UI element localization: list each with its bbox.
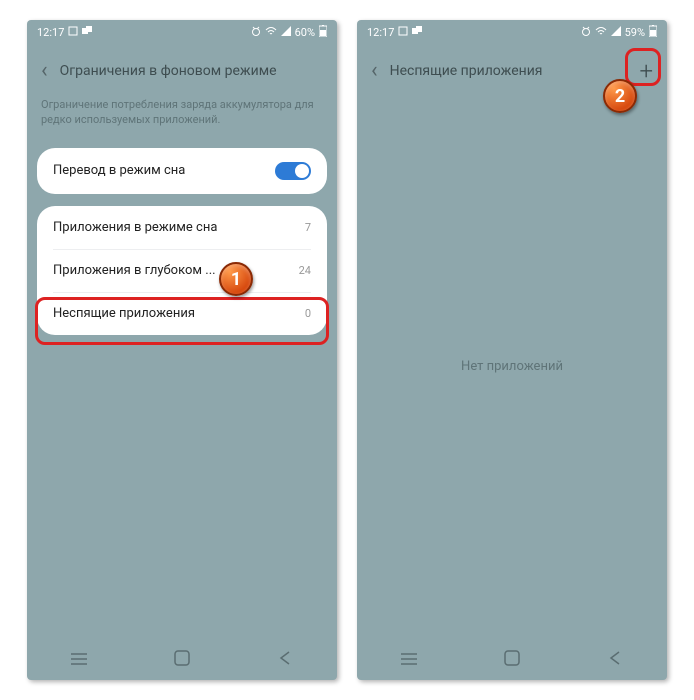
list-item-sleep-apps[interactable]: Приложения в режиме сна 7 xyxy=(37,206,327,249)
battery-text: 60% xyxy=(295,26,315,39)
list-item-count: 7 xyxy=(305,221,311,234)
back-button[interactable] xyxy=(590,650,640,670)
notification-icon xyxy=(68,26,78,39)
alarm-icon xyxy=(581,26,591,39)
annotation-badge-1: 1 xyxy=(219,262,253,296)
wifi-icon xyxy=(265,26,277,39)
list-item-deep-sleep-apps[interactable]: Приложения в глубоком ... 24 xyxy=(37,249,327,292)
signal-icon xyxy=(281,26,291,39)
apps-list-card: Приложения в режиме сна 7 Приложения в г… xyxy=(37,206,327,335)
back-icon[interactable]: ‹ xyxy=(371,58,378,83)
battery-icon xyxy=(319,25,327,40)
page-subtitle: Ограничение потребления заряда аккумулят… xyxy=(27,93,337,142)
navigation-bar xyxy=(27,640,337,680)
alarm-icon xyxy=(251,26,261,39)
status-time: 12:17 xyxy=(367,26,394,39)
add-button[interactable]: + xyxy=(639,59,653,83)
header: ‹ Ограничения в фоновом режиме xyxy=(27,44,337,93)
sleep-mode-toggle-row[interactable]: Перевод в режим сна xyxy=(37,148,327,194)
notification-icon xyxy=(398,26,408,39)
recents-button[interactable] xyxy=(54,651,104,670)
list-item-label: Неспящие приложения xyxy=(53,306,195,321)
toggle-switch[interactable] xyxy=(275,162,311,180)
battery-icon xyxy=(649,25,657,40)
list-item-count: 0 xyxy=(305,307,311,320)
recents-button[interactable] xyxy=(384,651,434,670)
page-title: Ограничения в фоновом режиме xyxy=(60,63,323,79)
list-item-count: 24 xyxy=(299,264,311,277)
back-button[interactable] xyxy=(260,650,310,670)
toggle-card: Перевод в режим сна xyxy=(37,148,327,194)
annotation-badge-2: 2 xyxy=(603,79,637,113)
list-item-never-sleep-apps[interactable]: Неспящие приложения 0 xyxy=(37,292,327,335)
page-title: Неспящие приложения xyxy=(390,63,640,79)
battery-text: 59% xyxy=(625,26,645,39)
empty-state-text: Нет приложений xyxy=(357,93,667,640)
back-icon[interactable]: ‹ xyxy=(41,58,48,83)
navigation-bar xyxy=(357,640,667,680)
home-button[interactable] xyxy=(487,650,537,670)
notification-icon-2 xyxy=(412,26,422,39)
status-bar: 12:17 59% xyxy=(357,20,667,44)
notification-icon-2 xyxy=(82,26,92,39)
home-button[interactable] xyxy=(157,650,207,670)
status-bar: 12:17 60% xyxy=(27,20,337,44)
toggle-label: Перевод в режим сна xyxy=(53,163,185,178)
list-item-label: Приложения в режиме сна xyxy=(53,220,217,235)
signal-icon xyxy=(611,26,621,39)
list-item-label: Приложения в глубоком ... xyxy=(53,263,216,278)
wifi-icon xyxy=(595,26,607,39)
status-time: 12:17 xyxy=(37,26,64,39)
